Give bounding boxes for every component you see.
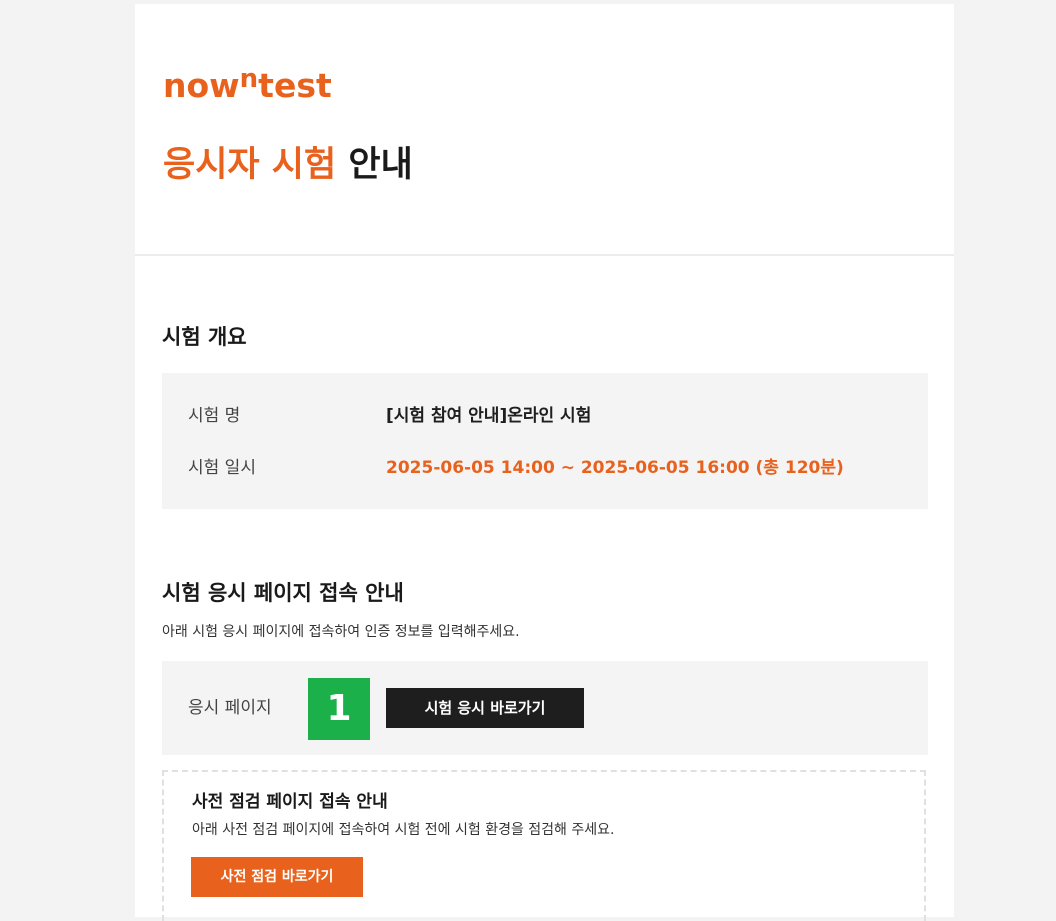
exam-page-label: 응시 페이지: [188, 698, 272, 718]
go-to-precheck-button[interactable]: 사전 점검 바로가기: [191, 857, 363, 897]
logo-prefix: now: [163, 66, 240, 105]
logo-suffix: test: [258, 66, 332, 105]
exam-datetime-value: 2025-06-05 14:00 ~ 2025-06-05 16:00 (총 1…: [386, 458, 844, 478]
go-to-exam-button[interactable]: 시험 응시 바로가기: [386, 688, 584, 728]
nowntest-logo: nowntest: [163, 64, 332, 109]
overview-box: 시험 명 [시험 참여 안내]온라인 시험 시험 일시 2025-06-05 1…: [162, 373, 928, 509]
page-title: 응시자 시험 안내: [163, 142, 413, 188]
precheck-box: 사전 점검 페이지 접속 안내 아래 사전 점검 페이지에 접속하여 시험 전에…: [162, 770, 926, 921]
page-title-accent: 응시자 시험: [163, 145, 337, 185]
header: nowntest 응시자 시험 안내: [135, 4, 954, 256]
logo-superscript: n: [239, 64, 259, 94]
exam-page-box: 응시 페이지 1 시험 응시 바로가기: [162, 661, 928, 755]
precheck-description: 아래 사전 점검 페이지에 접속하여 시험 전에 시험 환경을 점검해 주세요.: [192, 822, 615, 838]
exam-datetime-label: 시험 일시: [188, 458, 256, 478]
precheck-heading: 사전 점검 페이지 접속 안내: [192, 792, 388, 812]
overview-heading: 시험 개요: [162, 325, 247, 349]
email-card: nowntest 응시자 시험 안내 시험 개요 시험 명 [시험 참여 안내]…: [135, 4, 954, 921]
access-heading: 시험 응시 페이지 접속 안내: [162, 581, 404, 605]
exam-name-label: 시험 명: [188, 406, 241, 426]
access-description: 아래 시험 응시 페이지에 접속하여 인증 정보를 입력해주세요.: [162, 624, 520, 640]
step-marker-badge: 1: [308, 678, 370, 740]
page-title-rest: 안내: [348, 145, 413, 185]
exam-name-value: [시험 참여 안내]온라인 시험: [386, 406, 592, 426]
